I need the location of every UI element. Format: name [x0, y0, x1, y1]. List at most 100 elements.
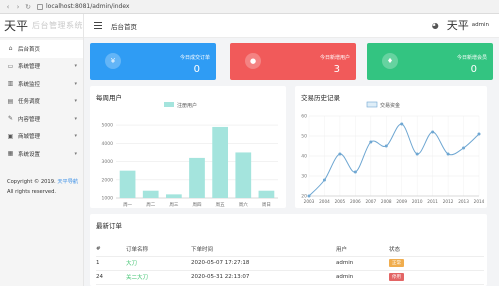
chevron-down-icon: ▾	[74, 115, 77, 122]
back-icon[interactable]: ‹	[4, 2, 12, 12]
address-bar[interactable]: localhost:8081/admin/index	[46, 3, 129, 10]
sidebar-item-label: 系统设置	[18, 151, 41, 158]
legend-label: 交易资金	[380, 102, 400, 109]
legend-swatch	[366, 101, 378, 108]
bar-5[interactable]	[235, 152, 252, 198]
latest-orders-panel: 最新订单 # 订单名称 下单时间 用户 状态 1 大刀 2020-05-07 17:27:1…	[90, 214, 487, 286]
chevron-down-icon: ▾	[74, 98, 77, 105]
sidebar-item-5[interactable]: ▣ 商城管理 ▾	[0, 128, 83, 146]
status-badge: 停用	[389, 273, 404, 281]
palette-icon[interactable]: ◕	[432, 21, 439, 30]
y-tick-label: 3000	[102, 159, 114, 165]
username[interactable]: admin	[472, 22, 489, 28]
point-5[interactable]	[384, 144, 388, 148]
x-tick-label: 周一	[123, 202, 132, 208]
x-tick-label: 2013	[458, 199, 469, 204]
sidebar-item-label: 系统监控	[18, 81, 41, 88]
point-6[interactable]	[400, 122, 404, 126]
chart-icon: ▥	[7, 80, 14, 88]
order-name-link[interactable]: 关二大刀	[126, 275, 148, 281]
stat-label: 今日成交订单	[179, 55, 210, 61]
x-tick-label: 2004	[319, 199, 330, 204]
user-icon: ●	[245, 53, 261, 69]
sidebar-item-label: 商城管理	[18, 134, 41, 141]
point-0[interactable]	[307, 194, 311, 198]
stat-value: 3	[333, 64, 340, 75]
header-actions: ◕ 天平 admin	[432, 17, 489, 33]
table-row[interactable]: 24 关二大刀 2020-05-31 22:13:07 admin 停用	[96, 270, 484, 285]
sidebar-item-6[interactable]: ▦ 系统设置 ▾	[0, 145, 83, 163]
bar-6[interactable]	[258, 190, 275, 198]
y-tick-label: 30	[301, 174, 307, 180]
orders-header-row: # 订单名称 下单时间 用户 状态	[96, 242, 484, 257]
bar-4[interactable]	[212, 126, 229, 198]
sidebar-item-1[interactable]: ▭ 系统管理 ▾	[0, 58, 83, 76]
member-icon: ♦	[382, 53, 398, 69]
orders-table: # 订单名称 下单时间 用户 状态 1 大刀 2020-05-07 17:27:18 admi…	[96, 242, 484, 285]
stat-card-0[interactable]: ¥ 今日成交订单 0	[90, 43, 216, 80]
x-tick-label: 周六	[239, 201, 248, 208]
y-tick-label: 2000	[102, 177, 114, 183]
point-7[interactable]	[415, 152, 419, 156]
sidebar-item-4[interactable]: ✎ 内容管理 ▾	[0, 110, 83, 128]
column-header: 订单名称	[126, 242, 191, 257]
sidebar-item-3[interactable]: ▤ 任务调度 ▾	[0, 93, 83, 111]
settings-icon: ▦	[7, 150, 14, 158]
x-tick-label: 2006	[350, 199, 361, 204]
menu-toggle-icon[interactable]	[94, 22, 102, 29]
legend-label: 注册用户	[177, 102, 197, 109]
point-4[interactable]	[369, 140, 373, 144]
forward-icon[interactable]: ›	[14, 2, 22, 12]
edit-icon: ✎	[7, 115, 14, 123]
top-header: 后台首页 ◕ 天平 admin	[84, 14, 499, 38]
bar-3[interactable]	[189, 157, 205, 198]
brand: 天平 后台管理系统	[0, 14, 83, 38]
x-tick-label: 周日	[262, 202, 271, 208]
latest-orders-title: 最新订单	[96, 222, 122, 230]
reload-icon[interactable]: ↻	[24, 2, 32, 12]
order-name-link[interactable]: 大刀	[126, 261, 137, 267]
sidebar: 天平 后台管理系统 ⌂ 后台首页 ▭ 系统管理 ▾ ▥ 系统监控 ▾ ▤ 任务调度 ▾ ✎ 内容管理 ▾ ▣…	[0, 14, 84, 286]
stat-label: 今日新增会员	[456, 55, 487, 61]
order-time: 2020-05-31 22:13:07	[191, 270, 336, 285]
bar-2[interactable]	[165, 194, 182, 198]
main-content: ¥ 今日成交订单 0 ● 今日新增用户 3 ♦ 今日新增会员 0 每周用户 注册用户 1000 20…	[84, 38, 499, 286]
bar-1[interactable]	[142, 190, 159, 198]
table-row[interactable]: 1 大刀 2020-05-07 17:27:18 admin 正常	[96, 256, 484, 271]
point-1[interactable]	[322, 178, 326, 182]
point-9[interactable]	[446, 152, 450, 156]
sidebar-item-0[interactable]: ⌂ 后台首页	[0, 40, 83, 58]
point-2[interactable]	[338, 152, 342, 156]
sidebar-item-label: 系统管理	[18, 64, 41, 71]
stat-label: 今日新增用户	[319, 55, 350, 61]
stat-value: 0	[470, 64, 477, 75]
column-header: 下单时间	[191, 242, 336, 257]
avatar[interactable]: 天平	[447, 17, 469, 33]
sidebar-item-2[interactable]: ▥ 系统监控 ▾	[0, 75, 83, 93]
order-name-cell: 关二大刀	[126, 270, 191, 285]
chevron-down-icon: ▾	[74, 150, 77, 157]
column-header: 用户	[336, 242, 389, 257]
order-status-cell: 正常	[389, 256, 484, 271]
x-tick-label: 周五	[216, 202, 225, 208]
stat-card-2[interactable]: ♦ 今日新增会员 0	[367, 43, 493, 80]
brand-logo[interactable]: 天平	[4, 17, 28, 34]
order-time: 2020-05-07 17:27:18	[191, 256, 336, 271]
point-8[interactable]	[431, 130, 435, 134]
x-tick-label: 周四	[193, 202, 202, 208]
sidebar-item-label: 内容管理	[18, 116, 41, 123]
x-tick-label: 2011	[427, 199, 438, 204]
order-name-cell: 大刀	[126, 256, 191, 271]
y-tick-label: 60	[301, 114, 307, 120]
point-3[interactable]	[353, 170, 357, 174]
point-10[interactable]	[462, 146, 466, 150]
copyright-link[interactable]: 天平导航	[57, 179, 78, 185]
stat-card-1[interactable]: ● 今日新增用户 3	[230, 43, 356, 80]
point-11[interactable]	[477, 132, 481, 136]
x-tick-label: 周三	[169, 202, 178, 208]
yen-icon: ¥	[105, 53, 121, 69]
y-tick-label: 4000	[102, 141, 114, 147]
browser-toolbar: ‹ › ↻ localhost:8081/admin/index	[0, 0, 499, 14]
bar-0[interactable]	[119, 170, 136, 198]
order-id: 1	[96, 256, 126, 271]
